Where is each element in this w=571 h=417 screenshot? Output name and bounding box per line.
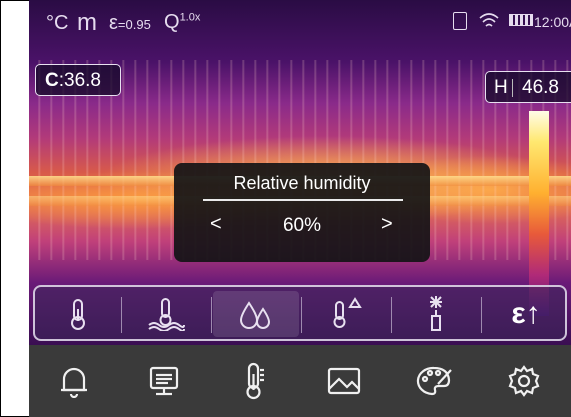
delta-temp-function-button[interactable] [303,291,389,337]
laser-pointer-icon [430,296,442,331]
center-temp-value: :36.8 [58,70,101,91]
thermometer-function-button[interactable] [35,291,121,337]
thermometer-icon [71,299,85,330]
measurement-function-strip: ε↑ [33,285,567,341]
measure-mode: m [77,9,97,36]
emissivity-readout: ε=0.95 [109,12,151,35]
humidity-drops-icon [239,301,271,329]
delta-temperature-icon [333,297,362,328]
palette-button[interactable] [389,345,479,417]
dialog-divider [203,199,403,201]
humidity-function-button[interactable] [213,291,299,337]
battery-icon [509,14,533,26]
wifi-icon [479,13,499,27]
zoom-icon: Q [164,11,180,33]
strip-divider [481,297,482,333]
monitor-icon [149,366,179,396]
bottom-menu-bar [29,345,571,417]
gallery-button[interactable] [299,345,389,417]
display-button[interactable] [119,345,209,417]
max-temp-readout: H 46.8 [485,71,571,103]
max-temp-divider [512,79,513,97]
emissivity-value: =0.95 [117,17,151,32]
relative-humidity-dialog: Relative humidity < 60% > [174,163,430,262]
thermal-camera-screen: °C m ε=0.95 Q1.0x 12:00AM C:36.8 H 46.8 … [29,0,571,417]
zoom-value: 1.0x [179,11,201,24]
max-temp-value: 46.8 [522,77,559,98]
sd-card-icon [453,12,467,30]
temperature-unit: °C [46,12,69,34]
bell-icon [61,367,87,398]
dew-point-icon [148,298,185,331]
strip-divider [391,297,392,333]
max-temp-label: H [494,77,508,98]
strip-divider [121,297,122,333]
zoom-readout: Q1.0x [164,11,200,34]
dew-point-function-button[interactable] [123,291,209,337]
strip-divider [211,297,212,333]
clock: 12:00AM [534,14,571,30]
emissivity-symbol: ε [109,12,118,34]
palette-icon [416,366,452,396]
laser-function-button[interactable] [393,291,479,337]
measurement-button[interactable] [209,345,299,417]
settings-gear-icon [508,365,540,397]
settings-button[interactable] [479,345,569,417]
thermometer-icon [246,362,264,400]
emissivity-up-icon: ε↑ [511,297,541,330]
emissivity-function-button[interactable]: ε↑ [483,291,569,337]
center-temp-label: C [45,70,59,91]
increase-humidity-button[interactable]: > [381,213,393,236]
center-temp-readout: C:36.8 [35,64,121,96]
image-gallery-icon [327,367,361,395]
strip-divider [301,297,302,333]
status-bar: °C m ε=0.95 Q1.0x 12:00AM [29,0,571,44]
dialog-title: Relative humidity [233,173,371,193]
alarm-button[interactable] [29,345,119,417]
